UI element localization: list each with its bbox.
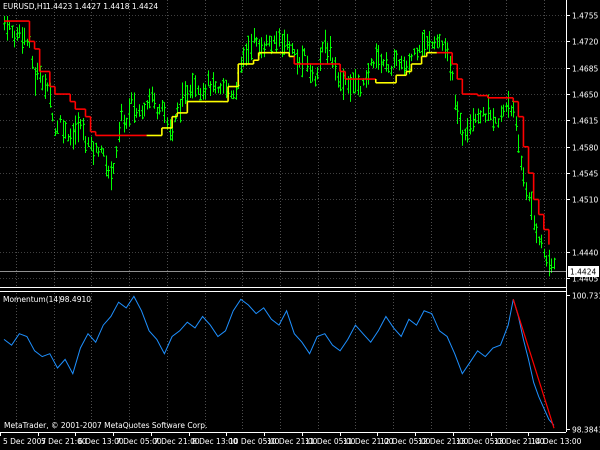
symbol-label: EURUSD,H1 xyxy=(3,2,47,11)
price-tick-label: 1.4755 xyxy=(572,12,598,21)
current-price-box: 1.4424 xyxy=(568,266,599,277)
ohlc-label: 1.4423 1.4427 1.4418 1.4424 xyxy=(46,2,158,11)
price-tick-label: 1.4650 xyxy=(572,91,598,100)
indicator-tick-label: 100.7314 xyxy=(572,292,600,301)
current-price-label: 1.4424 xyxy=(570,268,596,277)
price-tick-label: 1.4510 xyxy=(572,196,598,205)
indicator-value: 98.4910 xyxy=(60,295,91,304)
price-tick-label: 1.4615 xyxy=(572,117,598,126)
time-tick-label: 14 Dec 13:00 xyxy=(531,437,582,446)
price-tick-label: 1.4580 xyxy=(572,144,598,153)
indicator-tick-label: 98.3843 xyxy=(572,426,600,435)
indicator-label: Momentum(14) xyxy=(3,295,61,304)
price-tick-label: 1.4545 xyxy=(572,170,598,179)
price-tick-label: 1.4440 xyxy=(572,249,598,258)
price-tick-label: 1.4720 xyxy=(572,38,598,47)
price-tick-label: 1.4685 xyxy=(572,65,598,74)
time-tick-label: 5 Dec 2007 xyxy=(3,437,46,446)
copyright-label: MetaTrader, © 2001-2007 MetaQuotes Softw… xyxy=(4,421,207,430)
chart-window: 1.4755 1.4720 1.4685 1.4650 1.4615 1.4580 1.45… xyxy=(0,0,600,450)
